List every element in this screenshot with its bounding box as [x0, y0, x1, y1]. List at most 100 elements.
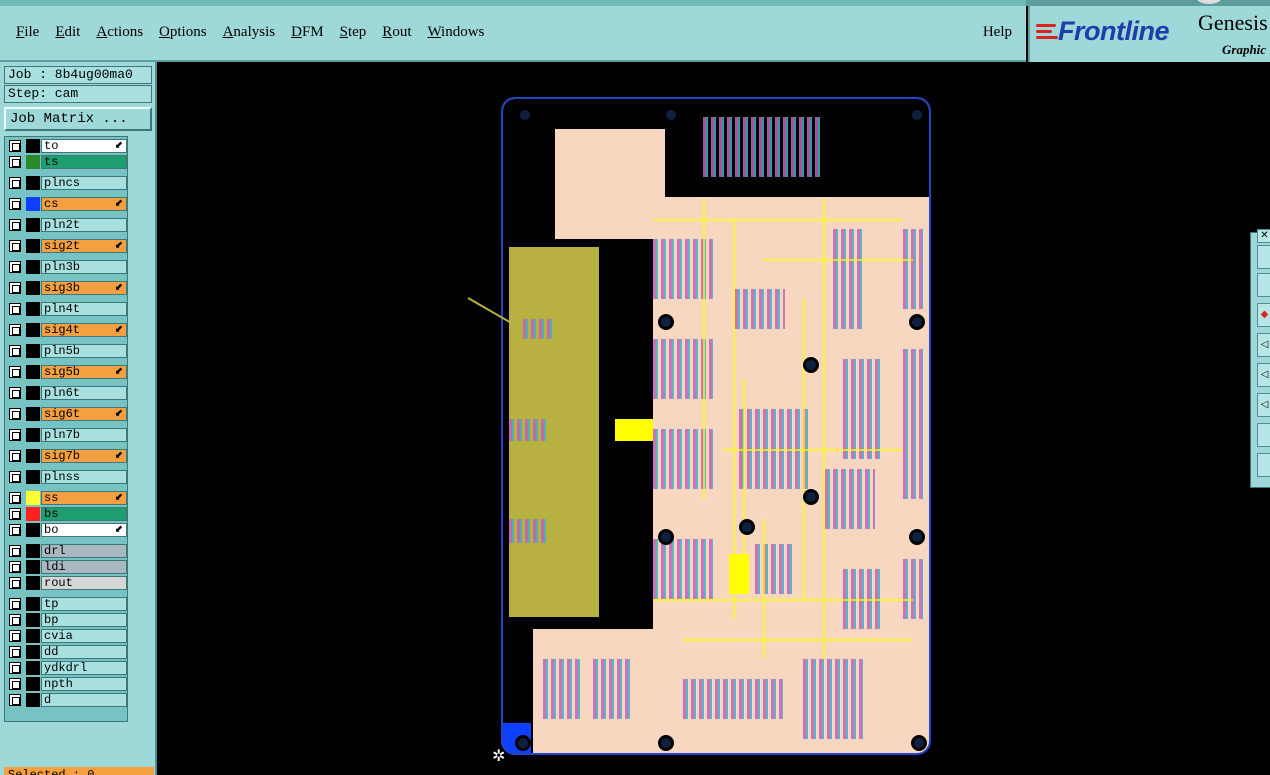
layer-name[interactable]: bs	[41, 507, 127, 521]
layer-row-d[interactable]: d	[7, 693, 127, 707]
layer-name[interactable]: drl	[41, 544, 127, 558]
layer-color-swatch[interactable]	[26, 155, 40, 169]
layer-name[interactable]: rout	[41, 576, 127, 590]
layer-row-pln2t[interactable]: pln2t	[7, 218, 127, 232]
tool-slot-3[interactable]	[1257, 423, 1270, 447]
layer-row-npth[interactable]: npth	[7, 677, 127, 691]
layer-name[interactable]: ldi	[41, 560, 127, 574]
tool-slot-4[interactable]	[1257, 453, 1270, 477]
layer-name[interactable]: pln5b	[41, 344, 127, 358]
layer-name[interactable]: ss ⬋	[41, 491, 127, 505]
layer-color-swatch[interactable]	[26, 281, 40, 295]
layer-color-swatch[interactable]	[26, 507, 40, 521]
layer-name[interactable]: cs ⬋	[41, 197, 127, 211]
layer-color-swatch[interactable]	[26, 629, 40, 643]
layer-name[interactable]: sig7b ⬋	[41, 449, 127, 463]
layer-color-swatch[interactable]	[26, 661, 40, 675]
tool-arrow-left-icon[interactable]: ◁	[1257, 333, 1270, 357]
layer-checkbox[interactable]	[9, 524, 21, 536]
layer-row-ss[interactable]: ss ⬋	[7, 491, 127, 505]
layer-name[interactable]: sig5b ⬋	[41, 365, 127, 379]
layer-checkbox[interactable]	[9, 561, 21, 573]
layer-checkbox[interactable]	[9, 678, 21, 690]
layer-name[interactable]: sig6t ⬋	[41, 407, 127, 421]
menu-dfm[interactable]: DFM	[283, 24, 332, 41]
layer-color-swatch[interactable]	[26, 560, 40, 574]
menu-actions[interactable]: Actions	[88, 24, 151, 41]
layer-name[interactable]: plnss	[41, 470, 127, 484]
layer-checkbox[interactable]	[9, 598, 21, 610]
layer-name[interactable]: sig3b ⬋	[41, 281, 127, 295]
layer-name[interactable]: tp	[41, 597, 127, 611]
layer-color-swatch[interactable]	[26, 302, 40, 316]
layer-row-cvia[interactable]: cvia	[7, 629, 127, 643]
layer-row-dd[interactable]: dd	[7, 645, 127, 659]
menu-edit[interactable]: Edit	[47, 24, 88, 41]
layer-name[interactable]: pln7b	[41, 428, 127, 442]
layer-row-cs[interactable]: cs ⬋	[7, 197, 127, 211]
layer-row-bo[interactable]: bo ⬋	[7, 523, 127, 537]
layer-checkbox[interactable]	[9, 345, 21, 357]
layer-row-sig4t[interactable]: sig4t ⬋	[7, 323, 127, 337]
layer-color-swatch[interactable]	[26, 197, 40, 211]
layer-color-swatch[interactable]	[26, 677, 40, 691]
layer-row-pln4t[interactable]: pln4t	[7, 302, 127, 316]
layer-color-swatch[interactable]	[26, 239, 40, 253]
layer-name[interactable]: pln6t	[41, 386, 127, 400]
layer-row-pln5b[interactable]: pln5b	[7, 344, 127, 358]
layer-row-ts[interactable]: ts	[7, 155, 127, 169]
layer-name[interactable]: npth	[41, 677, 127, 691]
layer-checkbox[interactable]	[9, 646, 21, 658]
layer-row-sig5b[interactable]: sig5b ⬋	[7, 365, 127, 379]
layer-name[interactable]: to ⬋	[41, 139, 127, 153]
tool-slot-2[interactable]	[1257, 273, 1270, 297]
layer-row-tp[interactable]: tp	[7, 597, 127, 611]
layer-color-swatch[interactable]	[26, 576, 40, 590]
layer-color-swatch[interactable]	[26, 139, 40, 153]
layer-checkbox[interactable]	[9, 492, 21, 504]
layer-row-plncs[interactable]: plncs	[7, 176, 127, 190]
layer-color-swatch[interactable]	[26, 693, 40, 707]
layer-color-swatch[interactable]	[26, 449, 40, 463]
layer-name[interactable]: pln3b	[41, 260, 127, 274]
menu-help[interactable]: Help	[983, 24, 1012, 41]
layer-checkbox[interactable]	[9, 240, 21, 252]
layer-row-sig3b[interactable]: sig3b ⬋	[7, 281, 127, 295]
layer-row-pln6t[interactable]: pln6t	[7, 386, 127, 400]
layer-checkbox[interactable]	[9, 471, 21, 483]
layer-row-sig7b[interactable]: sig7b ⬋	[7, 449, 127, 463]
layer-row-rout[interactable]: rout	[7, 576, 127, 590]
layer-color-swatch[interactable]	[26, 544, 40, 558]
menu-file[interactable]: File	[8, 24, 47, 41]
layer-checkbox[interactable]	[9, 387, 21, 399]
job-matrix-button[interactable]: Job Matrix ...	[4, 107, 152, 131]
layer-row-ydkdrl[interactable]: ydkdrl	[7, 661, 127, 675]
layer-row-drl[interactable]: drl	[7, 544, 127, 558]
layer-row-pln7b[interactable]: pln7b	[7, 428, 127, 442]
layer-row-plnss[interactable]: plnss	[7, 470, 127, 484]
layer-checkbox[interactable]	[9, 156, 21, 168]
layer-checkbox[interactable]	[9, 630, 21, 642]
menu-analysis[interactable]: Analysis	[215, 24, 284, 41]
layer-name[interactable]: pln2t	[41, 218, 127, 232]
pcb-board-canvas[interactable]	[501, 97, 931, 755]
tool-arrow-left-icon-2[interactable]: ◁	[1257, 363, 1270, 387]
menu-rout[interactable]: Rout	[374, 24, 419, 41]
layer-name[interactable]: ts	[41, 155, 127, 169]
layer-checkbox[interactable]	[9, 366, 21, 378]
layer-name[interactable]: d	[41, 693, 127, 707]
layer-color-swatch[interactable]	[26, 597, 40, 611]
layer-name[interactable]: bp	[41, 613, 127, 627]
close-icon[interactable]: ✕	[1257, 229, 1270, 243]
layer-checkbox[interactable]	[9, 324, 21, 336]
layer-checkbox[interactable]	[9, 614, 21, 626]
layer-checkbox[interactable]	[9, 177, 21, 189]
menu-options[interactable]: Options	[151, 24, 215, 41]
menu-windows[interactable]: Windows	[419, 24, 492, 41]
layer-color-swatch[interactable]	[26, 344, 40, 358]
layer-checkbox[interactable]	[9, 545, 21, 557]
layer-color-swatch[interactable]	[26, 386, 40, 400]
tool-arrow-left-icon-3[interactable]: ◁	[1257, 393, 1270, 417]
tool-slot-1[interactable]	[1257, 245, 1270, 269]
layer-checkbox[interactable]	[9, 429, 21, 441]
